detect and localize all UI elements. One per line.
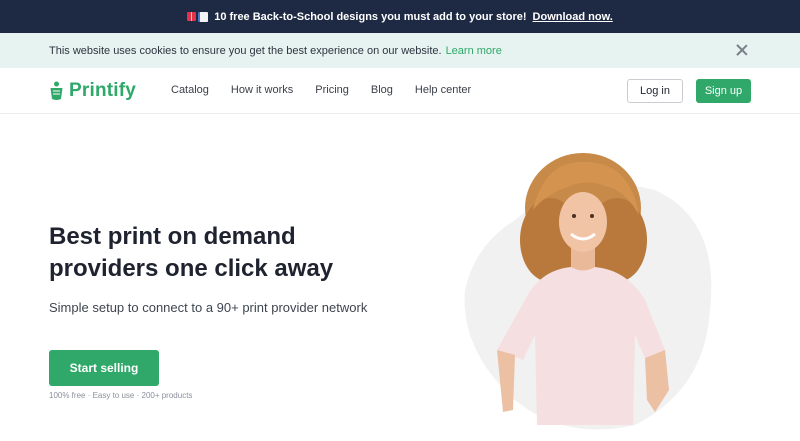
hero-person-image [464,153,712,430]
printify-logo-icon [50,81,63,100]
nav-item-catalog[interactable]: Catalog [171,84,209,96]
nav-item-pricing[interactable]: Pricing [315,84,349,96]
main-menu: Catalog How it works Pricing Blog Help c… [171,84,493,96]
printify-logo[interactable]: Printify [49,80,136,102]
signup-button[interactable]: Sign up [696,79,751,103]
gift-icon [187,11,209,22]
hero-subtitle: Simple setup to connect to a 90+ print p… [49,300,368,315]
promo-text: 10 free Back-to-School designs you must … [214,10,527,23]
nav-item-blog[interactable]: Blog [371,84,393,96]
promo-banner: 10 free Back-to-School designs you must … [0,0,800,33]
hero-fineprint: 100% free · Easy to use · 200+ products [49,391,193,400]
start-selling-button[interactable]: Start selling [49,350,159,386]
cookie-banner: This website uses cookies to ensure you … [0,33,800,68]
logo-wordmark: Printify [69,80,137,101]
hero-title: Best print on demand providers one click… [49,223,334,282]
promo-download-link[interactable]: Download now. [533,11,613,23]
nav-item-help-center[interactable]: Help center [415,84,471,96]
top-navigation: Printify Catalog How it works Pricing Bl… [0,68,800,114]
cookie-message: This website uses cookies to ensure you … [49,44,502,57]
close-icon[interactable] [735,43,749,57]
learn-more-link[interactable]: Learn more [446,45,502,57]
nav-item-how-it-works[interactable]: How it works [231,84,293,96]
login-button[interactable]: Log in [627,79,683,103]
